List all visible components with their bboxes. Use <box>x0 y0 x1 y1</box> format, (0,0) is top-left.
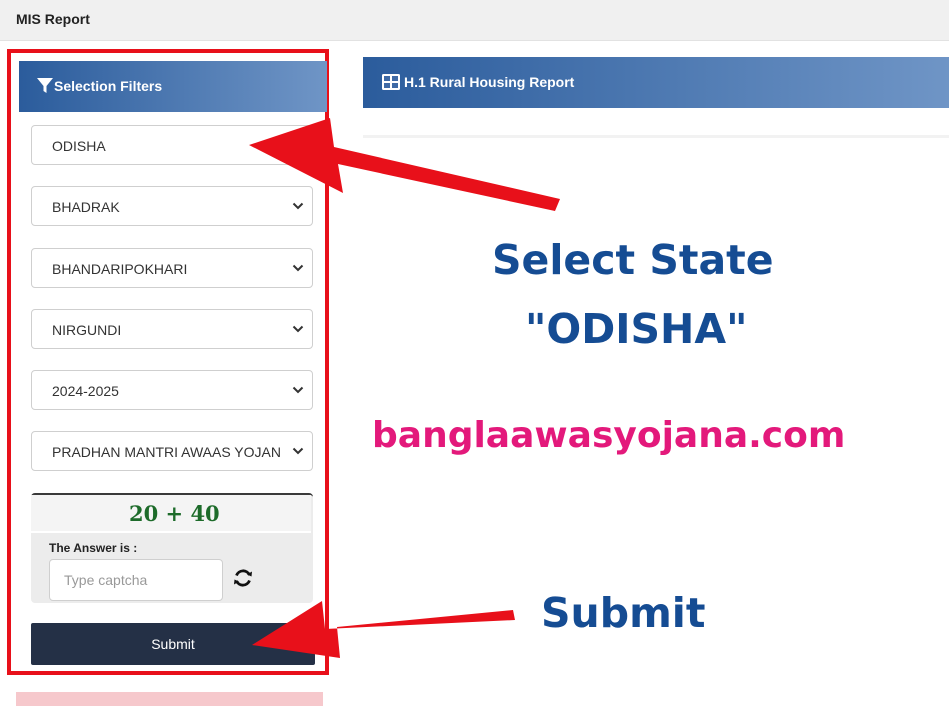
chevron-down-icon <box>292 447 304 455</box>
panchayat-select[interactable]: NIRGUNDI <box>31 309 313 349</box>
scheme-select[interactable]: PRADHAN MANTRI AWAAS YOJANA <box>31 431 313 471</box>
captcha-image: 20 + 40 <box>31 495 311 533</box>
annotation-state-name: "ODISHA" <box>525 305 748 353</box>
state-select[interactable]: ODISHA <box>31 125 313 165</box>
district-value: BHADRAK <box>52 199 120 215</box>
selection-filters-title: Selection Filters <box>54 78 163 94</box>
selection-filters-header: Selection Filters <box>19 61 327 112</box>
report-title: H.1 Rural Housing Report <box>404 74 575 90</box>
panchayat-value: NIRGUNDI <box>52 322 122 338</box>
captcha-box: 20 + 40 The Answer is : <box>31 493 313 603</box>
year-value: 2024-2025 <box>52 383 119 399</box>
chevron-down-icon <box>292 202 304 210</box>
captcha-answer-label: The Answer is : <box>49 541 138 555</box>
next-panel-strip <box>16 692 323 706</box>
year-select[interactable]: 2024-2025 <box>31 370 313 410</box>
filter-icon <box>37 78 53 93</box>
block-select[interactable]: BHANDARIPOKHARI <box>31 248 313 288</box>
page-title: MIS Report <box>16 11 90 27</box>
refresh-icon[interactable] <box>232 567 254 589</box>
scheme-value: PRADHAN MANTRI AWAAS YOJANA <box>52 444 280 460</box>
selection-filters-panel: Selection Filters ODISHA BHADRAK BHANDAR… <box>7 49 329 675</box>
district-select[interactable]: BHADRAK <box>31 186 313 226</box>
annotation-select-state: Select State <box>492 236 774 284</box>
report-header: H.1 Rural Housing Report <box>363 57 949 108</box>
top-bar: MIS Report <box>0 0 949 41</box>
chevron-down-icon <box>292 386 304 394</box>
annotation-website: banglaawasyojana.com <box>372 415 846 456</box>
chevron-down-icon <box>292 264 304 272</box>
chevron-down-icon <box>292 325 304 333</box>
block-value: BHANDARIPOKHARI <box>52 261 188 277</box>
captcha-expression: 20 + 40 <box>129 501 220 526</box>
annotation-submit: Submit <box>541 589 706 637</box>
state-value: ODISHA <box>52 138 106 154</box>
submit-button[interactable]: Submit <box>31 623 315 665</box>
rural-housing-report-panel: H.1 Rural Housing Report <box>363 57 949 138</box>
table-icon <box>382 74 400 90</box>
captcha-input[interactable] <box>49 559 223 601</box>
